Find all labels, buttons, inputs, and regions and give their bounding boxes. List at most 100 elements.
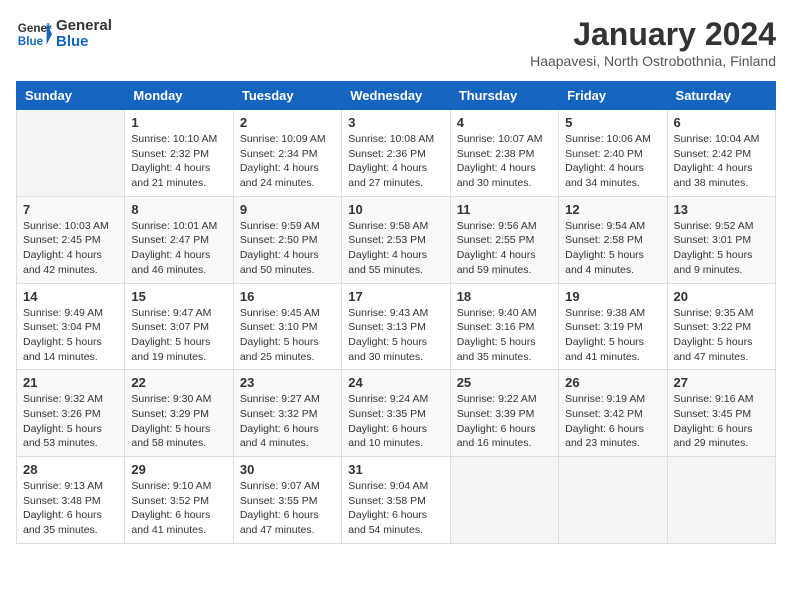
day-info: Sunrise: 9:16 AM Sunset: 3:45 PM Dayligh… [674,392,769,451]
calendar-cell: 8Sunrise: 10:01 AM Sunset: 2:47 PM Dayli… [125,196,233,283]
day-info: Sunrise: 9:54 AM Sunset: 2:58 PM Dayligh… [565,219,660,278]
day-number: 15 [131,289,226,304]
day-info: Sunrise: 9:49 AM Sunset: 3:04 PM Dayligh… [23,306,118,365]
calendar-cell: 15 Sunrise: 9:47 AM Sunset: 3:07 PM Dayli… [125,283,233,370]
day-number: 9 [240,202,335,217]
calendar-week-1: 1Sunrise: 10:10 AM Sunset: 2:32 PM Dayli… [17,110,776,197]
day-number: 17 [348,289,443,304]
day-info: Sunrise: 9:32 AM Sunset: 3:26 PM Dayligh… [23,392,118,451]
calendar-cell: 3Sunrise: 10:08 AM Sunset: 2:36 PM Dayli… [342,110,450,197]
day-info: Sunrise: 9:43 AM Sunset: 3:13 PM Dayligh… [348,306,443,365]
calendar-week-5: 28 Sunrise: 9:13 AM Sunset: 3:48 PM Dayli… [17,457,776,544]
day-number: 30 [240,462,335,477]
day-info: Sunrise: 9:45 AM Sunset: 3:10 PM Dayligh… [240,306,335,365]
calendar-cell: 24 Sunrise: 9:24 AM Sunset: 3:35 PM Dayli… [342,370,450,457]
day-number: 3 [348,115,443,130]
calendar-cell [667,457,775,544]
calendar-cell [17,110,125,197]
location-title: Haapavesi, North Ostrobothnia, Finland [530,53,776,69]
day-info: Sunrise: 10:07 AM Sunset: 2:38 PM Daylig… [457,132,552,191]
calendar-week-4: 21 Sunrise: 9:32 AM Sunset: 3:26 PM Dayli… [17,370,776,457]
day-number: 14 [23,289,118,304]
logo-blue-text: Blue [56,34,112,51]
logo-icon: General Blue [16,16,52,52]
logo: General Blue General Blue [16,16,112,52]
day-number: 2 [240,115,335,130]
day-info: Sunrise: 9:38 AM Sunset: 3:19 PM Dayligh… [565,306,660,365]
day-number: 31 [348,462,443,477]
day-info: Sunrise: 9:04 AM Sunset: 3:58 PM Dayligh… [348,479,443,538]
calendar-cell: 11Sunrise: 9:56 AM Sunset: 2:55 PM Dayli… [450,196,558,283]
header-tuesday: Tuesday [233,82,341,110]
day-number: 10 [348,202,443,217]
svg-text:Blue: Blue [18,35,44,48]
calendar-cell: 16 Sunrise: 9:45 AM Sunset: 3:10 PM Dayli… [233,283,341,370]
day-number: 4 [457,115,552,130]
calendar-cell: 7Sunrise: 10:03 AM Sunset: 2:45 PM Dayli… [17,196,125,283]
day-info: Sunrise: 10:04 AM Sunset: 2:42 PM Daylig… [674,132,769,191]
calendar-body: 1Sunrise: 10:10 AM Sunset: 2:32 PM Dayli… [17,110,776,544]
month-title: January 2024 [530,16,776,53]
header-monday: Monday [125,82,233,110]
calendar-week-2: 7Sunrise: 10:03 AM Sunset: 2:45 PM Dayli… [17,196,776,283]
day-info: Sunrise: 9:52 AM Sunset: 3:01 PM Dayligh… [674,219,769,278]
day-info: Sunrise: 9:59 AM Sunset: 2:50 PM Dayligh… [240,219,335,278]
day-info: Sunrise: 9:30 AM Sunset: 3:29 PM Dayligh… [131,392,226,451]
day-info: Sunrise: 10:10 AM Sunset: 2:32 PM Daylig… [131,132,226,191]
calendar-cell: 31 Sunrise: 9:04 AM Sunset: 3:58 PM Dayli… [342,457,450,544]
calendar-cell: 4 Sunrise: 10:07 AM Sunset: 2:38 PM Dayli… [450,110,558,197]
day-info: Sunrise: 10:03 AM Sunset: 2:45 PM Daylig… [23,219,118,278]
day-number: 19 [565,289,660,304]
day-number: 13 [674,202,769,217]
calendar-cell: 30 Sunrise: 9:07 AM Sunset: 3:55 PM Dayli… [233,457,341,544]
day-number: 6 [674,115,769,130]
day-number: 18 [457,289,552,304]
day-info: Sunrise: 9:13 AM Sunset: 3:48 PM Dayligh… [23,479,118,538]
day-info: Sunrise: 9:19 AM Sunset: 3:42 PM Dayligh… [565,392,660,451]
header-sunday: Sunday [17,82,125,110]
calendar-cell: 22 Sunrise: 9:30 AM Sunset: 3:29 PM Dayli… [125,370,233,457]
day-number: 12 [565,202,660,217]
calendar-cell: 29Sunrise: 9:10 AM Sunset: 3:52 PM Dayli… [125,457,233,544]
calendar-cell: 19 Sunrise: 9:38 AM Sunset: 3:19 PM Dayli… [559,283,667,370]
header: General Blue General Blue January 2024 H… [16,16,776,69]
calendar-cell: 25Sunrise: 9:22 AM Sunset: 3:39 PM Dayli… [450,370,558,457]
calendar-cell: 6 Sunrise: 10:04 AM Sunset: 2:42 PM Dayli… [667,110,775,197]
calendar-cell: 9 Sunrise: 9:59 AM Sunset: 2:50 PM Daylig… [233,196,341,283]
day-info: Sunrise: 9:58 AM Sunset: 2:53 PM Dayligh… [348,219,443,278]
calendar-header-row: SundayMondayTuesdayWednesdayThursdayFrid… [17,82,776,110]
day-info: Sunrise: 9:35 AM Sunset: 3:22 PM Dayligh… [674,306,769,365]
header-wednesday: Wednesday [342,82,450,110]
calendar-cell [559,457,667,544]
calendar-cell: 1Sunrise: 10:10 AM Sunset: 2:32 PM Dayli… [125,110,233,197]
day-number: 23 [240,375,335,390]
day-number: 25 [457,375,552,390]
header-thursday: Thursday [450,82,558,110]
calendar-cell: 28 Sunrise: 9:13 AM Sunset: 3:48 PM Dayli… [17,457,125,544]
calendar-cell: 12 Sunrise: 9:54 AM Sunset: 2:58 PM Dayli… [559,196,667,283]
day-number: 27 [674,375,769,390]
title-area: January 2024 Haapavesi, North Ostrobothn… [530,16,776,69]
calendar-cell: 13 Sunrise: 9:52 AM Sunset: 3:01 PM Dayli… [667,196,775,283]
calendar-cell: 26 Sunrise: 9:19 AM Sunset: 3:42 PM Dayli… [559,370,667,457]
day-number: 21 [23,375,118,390]
calendar-cell: 14 Sunrise: 9:49 AM Sunset: 3:04 PM Dayli… [17,283,125,370]
day-info: Sunrise: 9:07 AM Sunset: 3:55 PM Dayligh… [240,479,335,538]
calendar-table: SundayMondayTuesdayWednesdayThursdayFrid… [16,81,776,544]
calendar-week-3: 14 Sunrise: 9:49 AM Sunset: 3:04 PM Dayli… [17,283,776,370]
day-info: Sunrise: 9:24 AM Sunset: 3:35 PM Dayligh… [348,392,443,451]
logo-general-text: General [56,18,112,35]
calendar-cell: 17 Sunrise: 9:43 AM Sunset: 3:13 PM Dayli… [342,283,450,370]
day-number: 26 [565,375,660,390]
day-info: Sunrise: 10:01 AM Sunset: 2:47 PM Daylig… [131,219,226,278]
day-number: 28 [23,462,118,477]
day-number: 24 [348,375,443,390]
day-info: Sunrise: 10:09 AM Sunset: 2:34 PM Daylig… [240,132,335,191]
calendar-cell: 27 Sunrise: 9:16 AM Sunset: 3:45 PM Dayli… [667,370,775,457]
day-info: Sunrise: 9:40 AM Sunset: 3:16 PM Dayligh… [457,306,552,365]
day-number: 22 [131,375,226,390]
day-number: 29 [131,462,226,477]
day-info: Sunrise: 9:47 AM Sunset: 3:07 PM Dayligh… [131,306,226,365]
calendar-cell: 23Sunrise: 9:27 AM Sunset: 3:32 PM Dayli… [233,370,341,457]
day-number: 16 [240,289,335,304]
